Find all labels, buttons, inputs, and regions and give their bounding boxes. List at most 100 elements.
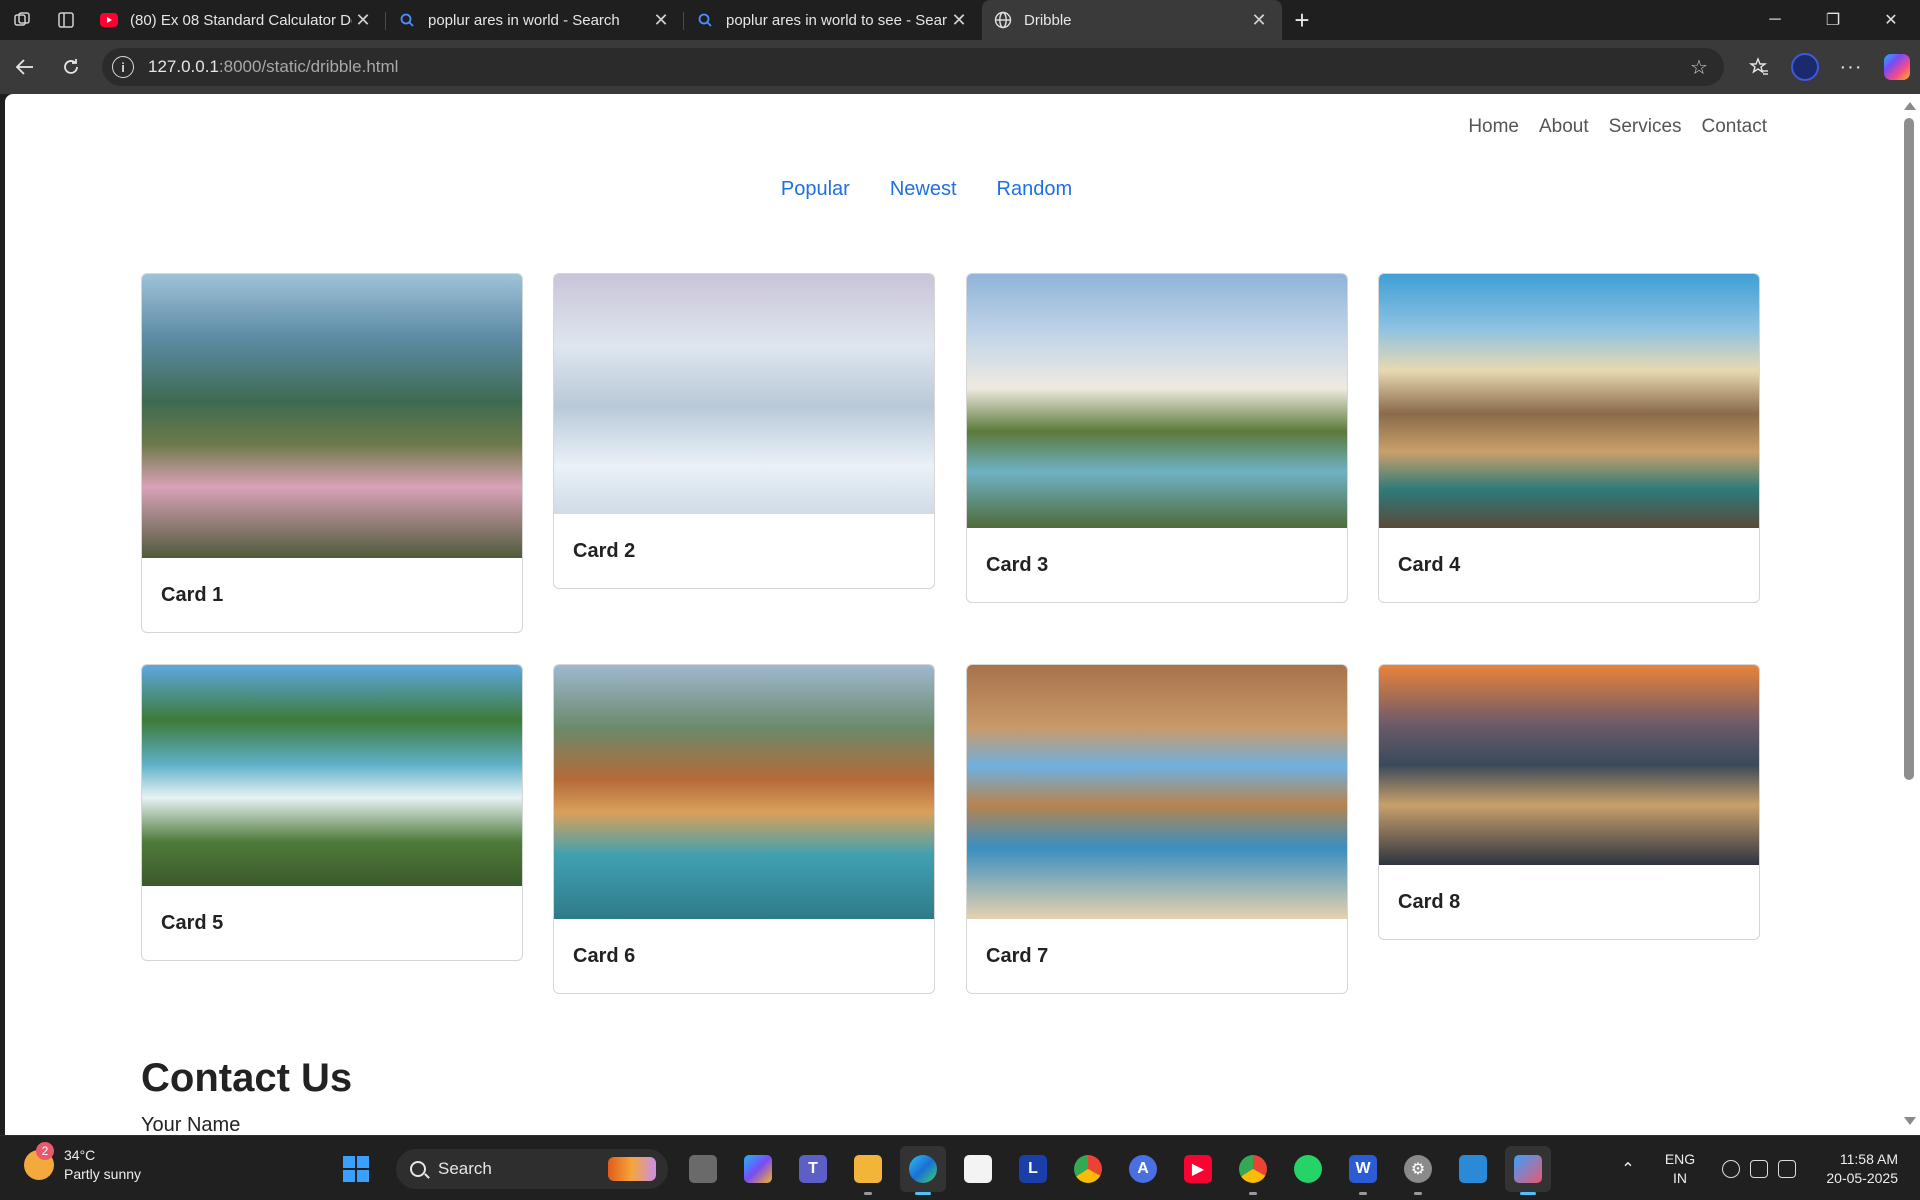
vscode-icon[interactable] bbox=[1450, 1146, 1496, 1192]
snowy-cabin-photo bbox=[554, 274, 934, 514]
name-field-label: Your Name bbox=[141, 1114, 241, 1135]
page-scrollbar[interactable] bbox=[1898, 94, 1920, 1135]
nav-about[interactable]: About bbox=[1539, 116, 1589, 138]
taskbar-search-label: Search bbox=[438, 1159, 492, 1178]
weather-widget[interactable]: 2 34°C Partly sunny bbox=[24, 1142, 141, 1184]
url-text[interactable]: 127.0.0.1:8000/static/dribble.html bbox=[148, 57, 1684, 77]
language-indicator[interactable]: ENG IN bbox=[1648, 1150, 1712, 1188]
clock-time: 11:58 AM bbox=[1839, 1150, 1898, 1167]
globe-icon bbox=[994, 11, 1012, 29]
scroll-down-icon[interactable] bbox=[1904, 1117, 1916, 1125]
copilot-icon[interactable] bbox=[1874, 47, 1920, 87]
tab-title: Dribble bbox=[1024, 11, 1072, 29]
search-icon bbox=[398, 11, 416, 29]
close-tab-icon[interactable]: ✕ bbox=[650, 9, 672, 31]
photos-icon[interactable] bbox=[1505, 1146, 1551, 1195]
chrome-profile-icon[interactable] bbox=[1230, 1146, 1276, 1195]
refresh-icon[interactable] bbox=[48, 47, 94, 87]
card[interactable]: Card 2 bbox=[553, 273, 935, 589]
word-icon[interactable]: W bbox=[1340, 1146, 1386, 1195]
taj-mahal-photo bbox=[967, 274, 1347, 528]
region-code: IN bbox=[1673, 1169, 1687, 1186]
nav-contact[interactable]: Contact bbox=[1702, 116, 1767, 138]
card[interactable]: Card 1 bbox=[141, 273, 523, 633]
file-explorer-icon[interactable] bbox=[845, 1146, 891, 1195]
restore-icon[interactable]: ❐ bbox=[1804, 0, 1862, 40]
minimize-icon[interactable]: ─ bbox=[1746, 0, 1804, 40]
close-tab-icon[interactable]: ✕ bbox=[352, 9, 374, 31]
workspaces-icon[interactable] bbox=[0, 0, 44, 40]
tray-status-icons[interactable] bbox=[1722, 1159, 1796, 1178]
youtube-icon bbox=[100, 11, 118, 29]
card[interactable]: Card 6 bbox=[553, 664, 935, 994]
contact-heading: Contact Us bbox=[141, 1056, 353, 1100]
weather-sun-icon: 2 bbox=[24, 1142, 54, 1180]
youtube-app-icon[interactable]: ▶ bbox=[1175, 1146, 1221, 1192]
sea-cave-photo bbox=[967, 665, 1347, 919]
more-options-icon[interactable]: ··· bbox=[1828, 47, 1874, 87]
favorites-icon[interactable] bbox=[1736, 47, 1782, 87]
card-title: Card 2 bbox=[573, 539, 636, 562]
search-icon bbox=[696, 11, 714, 29]
arc-icon[interactable]: A bbox=[1120, 1146, 1166, 1192]
close-window-icon[interactable]: ✕ bbox=[1862, 0, 1920, 40]
filter-random[interactable]: Random bbox=[997, 178, 1073, 201]
search-icon bbox=[410, 1161, 426, 1177]
tab-search-1[interactable]: poplur ares in world - Search ✕ bbox=[386, 0, 684, 40]
address-bar[interactable]: i 127.0.0.1:8000/static/dribble.html ☆ bbox=[102, 48, 1724, 86]
clock[interactable]: 11:58 AM 20-05-2025 bbox=[1810, 1150, 1920, 1188]
vertical-tabs-icon[interactable] bbox=[44, 0, 88, 40]
tab-youtube[interactable]: (80) Ex 08 Standard Calculator De ✕ bbox=[88, 0, 386, 40]
task-view-icon[interactable] bbox=[680, 1146, 726, 1192]
toolbar-right: ··· bbox=[1736, 47, 1920, 87]
l-app-icon[interactable]: L bbox=[1010, 1146, 1056, 1192]
tab-dribble[interactable]: Dribble ✕ bbox=[982, 0, 1282, 40]
new-tab-button[interactable]: + bbox=[1282, 0, 1322, 40]
card-title: Card 7 bbox=[986, 944, 1049, 967]
filter-newest[interactable]: Newest bbox=[890, 178, 957, 201]
card-title: Card 5 bbox=[161, 911, 224, 934]
avatar bbox=[1791, 53, 1819, 81]
card[interactable]: Card 4 bbox=[1378, 273, 1760, 603]
chevron-up-icon[interactable]: ⌃ bbox=[1608, 1159, 1648, 1179]
volume-muted-icon bbox=[1750, 1159, 1768, 1178]
card[interactable]: Card 7 bbox=[966, 664, 1348, 994]
store-icon[interactable] bbox=[955, 1146, 1001, 1192]
clock-date: 20-05-2025 bbox=[1826, 1169, 1898, 1186]
whatsapp-icon[interactable] bbox=[1285, 1146, 1331, 1192]
url-path: :8000/static/dribble.html bbox=[218, 57, 399, 76]
card-title: Card 1 bbox=[161, 583, 224, 606]
scroll-thumb[interactable] bbox=[1904, 118, 1914, 780]
river-town-photo bbox=[554, 665, 934, 919]
settings-icon[interactable]: ⚙ bbox=[1395, 1146, 1441, 1195]
card-title: Card 4 bbox=[1398, 553, 1461, 576]
profile-avatar[interactable] bbox=[1782, 47, 1828, 87]
chrome-icon[interactable] bbox=[1065, 1146, 1111, 1192]
back-icon[interactable] bbox=[2, 47, 48, 87]
edge-icon[interactable] bbox=[900, 1146, 946, 1195]
tab-strip: (80) Ex 08 Standard Calculator De ✕ popl… bbox=[0, 0, 1920, 40]
taskbar-search[interactable]: Search bbox=[396, 1149, 668, 1189]
teams-icon[interactable]: T bbox=[790, 1146, 836, 1192]
filter-popular[interactable]: Popular bbox=[781, 178, 850, 201]
url-host: 127.0.0.1 bbox=[148, 57, 219, 76]
mountain-peaks-photo bbox=[1379, 274, 1759, 528]
card[interactable]: Card 3 bbox=[966, 273, 1348, 603]
card-title: Card 3 bbox=[986, 553, 1049, 576]
favorite-star-icon[interactable]: ☆ bbox=[1684, 55, 1714, 80]
nav-home[interactable]: Home bbox=[1468, 116, 1519, 138]
card[interactable]: Card 5 bbox=[141, 664, 523, 961]
close-tab-icon[interactable]: ✕ bbox=[1248, 9, 1270, 31]
card[interactable]: Card 8 bbox=[1378, 664, 1760, 940]
site-info-icon[interactable]: i bbox=[112, 56, 134, 78]
battery-icon bbox=[1778, 1159, 1796, 1178]
santorini-photo bbox=[1379, 665, 1759, 865]
copilot-app-icon[interactable] bbox=[735, 1146, 781, 1192]
tab-title: poplur ares in world - Search bbox=[428, 11, 620, 29]
tab-search-2[interactable]: poplur ares in world to see - Sear ✕ bbox=[684, 0, 982, 40]
tab-title: (80) Ex 08 Standard Calculator De bbox=[130, 11, 352, 29]
close-tab-icon[interactable]: ✕ bbox=[948, 9, 970, 31]
start-button[interactable] bbox=[333, 1146, 379, 1192]
nav-services[interactable]: Services bbox=[1609, 116, 1682, 138]
scroll-up-icon[interactable] bbox=[1904, 102, 1916, 110]
